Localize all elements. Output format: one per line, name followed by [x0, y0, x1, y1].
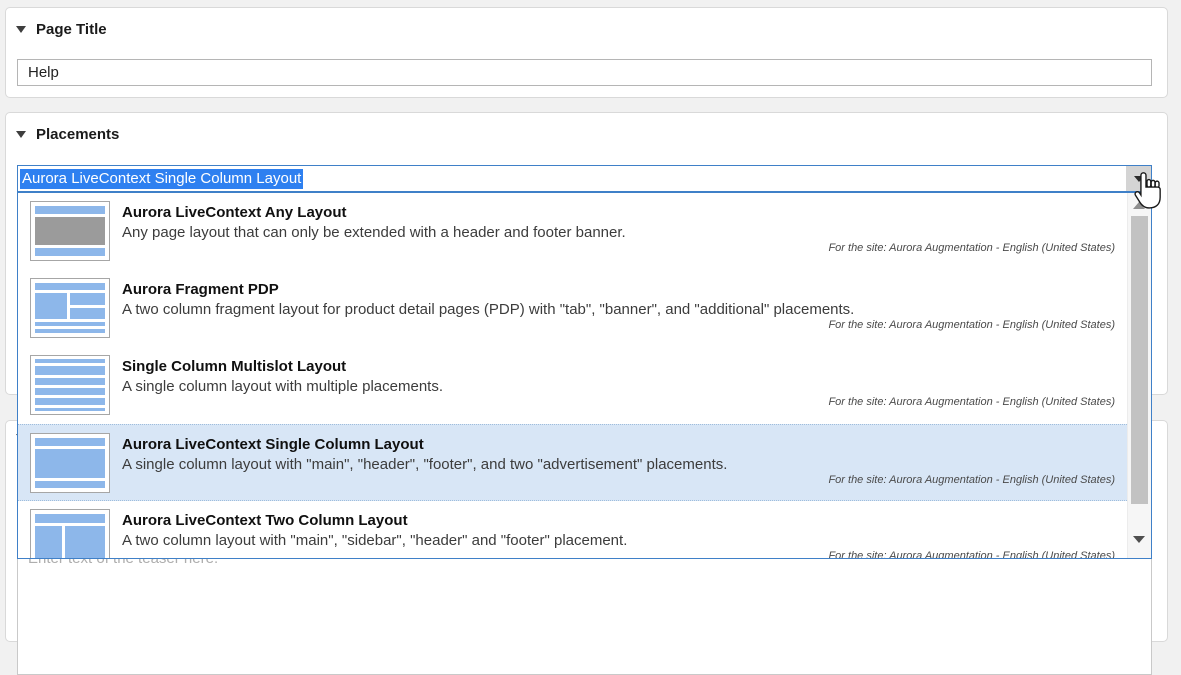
scroll-up-icon[interactable] [1133, 202, 1145, 209]
page-title-panel-header: Page Title [6, 8, 1167, 38]
layout-list: Aurora LiveContext Any Layout Any page l… [18, 193, 1127, 559]
item-title: Aurora Fragment PDP [122, 280, 854, 299]
item-description: A two column fragment layout for product… [122, 299, 854, 320]
app-root: { "page_title_panel": { "title": "Page T… [0, 0, 1181, 610]
item-site-note: For the site: Aurora Augmentation - Engl… [828, 396, 1115, 408]
list-item-two-column[interactable]: Aurora LiveContext Two Column Layout A t… [18, 501, 1127, 559]
scroll-down-icon[interactable] [1133, 536, 1145, 543]
collapse-caret-icon[interactable] [16, 131, 26, 138]
dropdown-scrollbar[interactable] [1127, 193, 1151, 558]
placements-panel-header: Placements [6, 113, 1167, 143]
combobox-selected-text: Aurora LiveContext Single Column Layout [20, 169, 303, 189]
layout-two-column-icon [30, 509, 110, 559]
item-site-note: For the site: Aurora Augmentation - Engl… [828, 242, 1115, 254]
collapse-caret-icon[interactable] [16, 26, 26, 33]
list-item-any-layout[interactable]: Aurora LiveContext Any Layout Any page l… [18, 193, 1127, 270]
item-description: A two column layout with "main", "sideba… [122, 530, 627, 551]
list-item-single-column[interactable]: Aurora LiveContext Single Column Layout … [18, 424, 1127, 501]
combobox-dropdown-trigger[interactable] [1126, 166, 1151, 191]
item-description: A single column layout with "main", "hea… [122, 454, 727, 475]
layout-single-column-icon [30, 433, 110, 493]
item-description: A single column layout with multiple pla… [122, 376, 443, 397]
layout-dropdown-list: Aurora LiveContext Any Layout Any page l… [17, 192, 1152, 559]
layout-any-icon [30, 201, 110, 261]
scrollbar-thumb[interactable] [1131, 216, 1148, 504]
item-site-note: For the site: Aurora Augmentation - Engl… [828, 474, 1115, 486]
panel-title: Placements [36, 126, 119, 143]
layout-multislot-icon [30, 355, 110, 415]
item-title: Aurora LiveContext Two Column Layout [122, 511, 627, 530]
item-site-note: For the site: Aurora Augmentation - Engl… [828, 550, 1115, 559]
teaser-text-area[interactable]: Enter text of the teaser here. [17, 545, 1152, 675]
page-title-input[interactable]: Help [17, 59, 1152, 86]
panel-title: Page Title [36, 21, 107, 38]
item-title: Aurora LiveContext Single Column Layout [122, 435, 727, 454]
list-item-multislot[interactable]: Single Column Multislot Layout A single … [18, 347, 1127, 424]
layout-fragment-pdp-icon [30, 278, 110, 338]
item-title: Aurora LiveContext Any Layout [122, 203, 626, 222]
page-title-panel: Page Title Help [5, 7, 1168, 98]
item-site-note: For the site: Aurora Augmentation - Engl… [828, 319, 1115, 331]
item-title: Single Column Multislot Layout [122, 357, 443, 376]
item-description: Any page layout that can only be extende… [122, 222, 626, 243]
list-item-fragment-pdp[interactable]: Aurora Fragment PDP A two column fragmen… [18, 270, 1127, 347]
layout-combobox[interactable]: Aurora LiveContext Single Column Layout [17, 165, 1152, 192]
